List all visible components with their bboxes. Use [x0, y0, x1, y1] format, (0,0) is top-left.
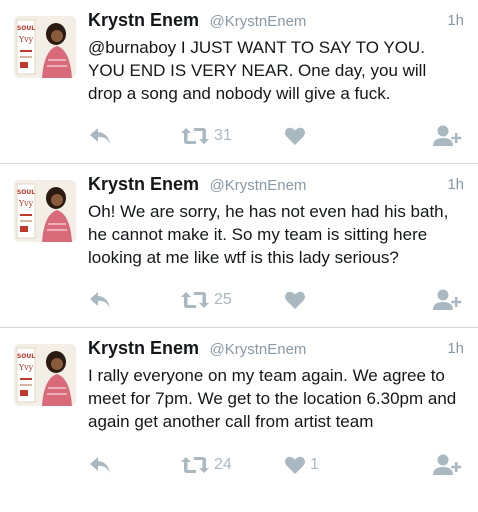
follow-button[interactable] — [432, 452, 462, 478]
svg-text:Yvy: Yvy — [18, 363, 34, 372]
follow-icon — [432, 453, 462, 477]
reply-icon — [88, 289, 112, 311]
retweet-button[interactable]: 31 — [180, 123, 232, 149]
tweet-actions: 31 — [0, 123, 478, 149]
like-count: 1 — [310, 456, 319, 473]
tweet-header: Krystn Enem @KrystnEnem 1h — [88, 10, 464, 34]
tweet-text: @burnaboy I JUST WANT TO SAY TO YOU. YOU… — [88, 38, 427, 103]
display-name[interactable]: Krystn Enem — [88, 10, 199, 30]
avatar[interactable]: SOUL Yvy — [14, 16, 76, 78]
svg-text:SOUL: SOUL — [17, 189, 35, 196]
username[interactable]: @KrystnEnem — [210, 341, 307, 358]
tweet[interactable]: SOUL Yvy Krystn Enem @KrystnEnem 1h @bur… — [0, 0, 478, 164]
timestamp[interactable]: 1h — [447, 12, 464, 29]
tweet[interactable]: SOUL Yvy Krystn Enem @KrystnEnem 1h Oh! … — [0, 164, 478, 328]
retweet-icon — [180, 289, 210, 311]
tweet-header: Krystn Enem @KrystnEnem 1h — [88, 174, 464, 198]
like-button[interactable]: 1 — [284, 452, 319, 478]
reply-button[interactable] — [88, 123, 112, 149]
username[interactable]: @KrystnEnem — [210, 177, 307, 194]
tweet-header: Krystn Enem @KrystnEnem 1h — [88, 338, 464, 362]
tweet-actions: 24 1 — [0, 452, 478, 478]
like-button[interactable] — [284, 123, 310, 149]
tweet-text: Oh! We are sorry, he has not even had hi… — [88, 202, 449, 267]
like-button[interactable] — [284, 287, 310, 313]
avatar[interactable]: SOUL Yvy — [14, 344, 76, 406]
retweet-count: 24 — [214, 456, 232, 473]
reply-button[interactable] — [88, 287, 112, 313]
follow-button[interactable] — [432, 287, 462, 313]
reply-button[interactable] — [88, 452, 112, 478]
retweet-count: 31 — [214, 127, 232, 144]
follow-icon — [432, 288, 462, 312]
retweet-icon — [180, 125, 210, 147]
tweet[interactable]: SOUL Yvy Krystn Enem @KrystnEnem 1h I ra… — [0, 328, 478, 512]
timestamp[interactable]: 1h — [447, 176, 464, 193]
avatar[interactable]: SOUL Yvy — [14, 180, 76, 242]
svg-text:Yvy: Yvy — [18, 199, 34, 208]
retweet-count: 25 — [214, 291, 232, 308]
display-name[interactable]: Krystn Enem — [88, 174, 199, 194]
svg-text:SOUL: SOUL — [17, 25, 35, 32]
tweet-text: I rally everyone on my team again. We ag… — [88, 366, 457, 431]
heart-icon — [284, 126, 306, 146]
timeline: SOUL Yvy Krystn Enem @KrystnEnem 1h @bur… — [0, 0, 478, 512]
svg-text:SOUL: SOUL — [17, 353, 35, 360]
reply-icon — [88, 125, 112, 147]
username[interactable]: @KrystnEnem — [210, 13, 307, 30]
tweet-actions: 25 — [0, 287, 478, 313]
svg-text:Yvy: Yvy — [18, 35, 34, 44]
timestamp[interactable]: 1h — [447, 340, 464, 357]
heart-icon — [284, 455, 306, 475]
reply-icon — [88, 454, 112, 476]
follow-icon — [432, 124, 462, 148]
retweet-icon — [180, 454, 210, 476]
retweet-button[interactable]: 25 — [180, 287, 232, 313]
retweet-button[interactable]: 24 — [180, 452, 232, 478]
follow-button[interactable] — [432, 123, 462, 149]
display-name[interactable]: Krystn Enem — [88, 338, 199, 358]
heart-icon — [284, 290, 306, 310]
